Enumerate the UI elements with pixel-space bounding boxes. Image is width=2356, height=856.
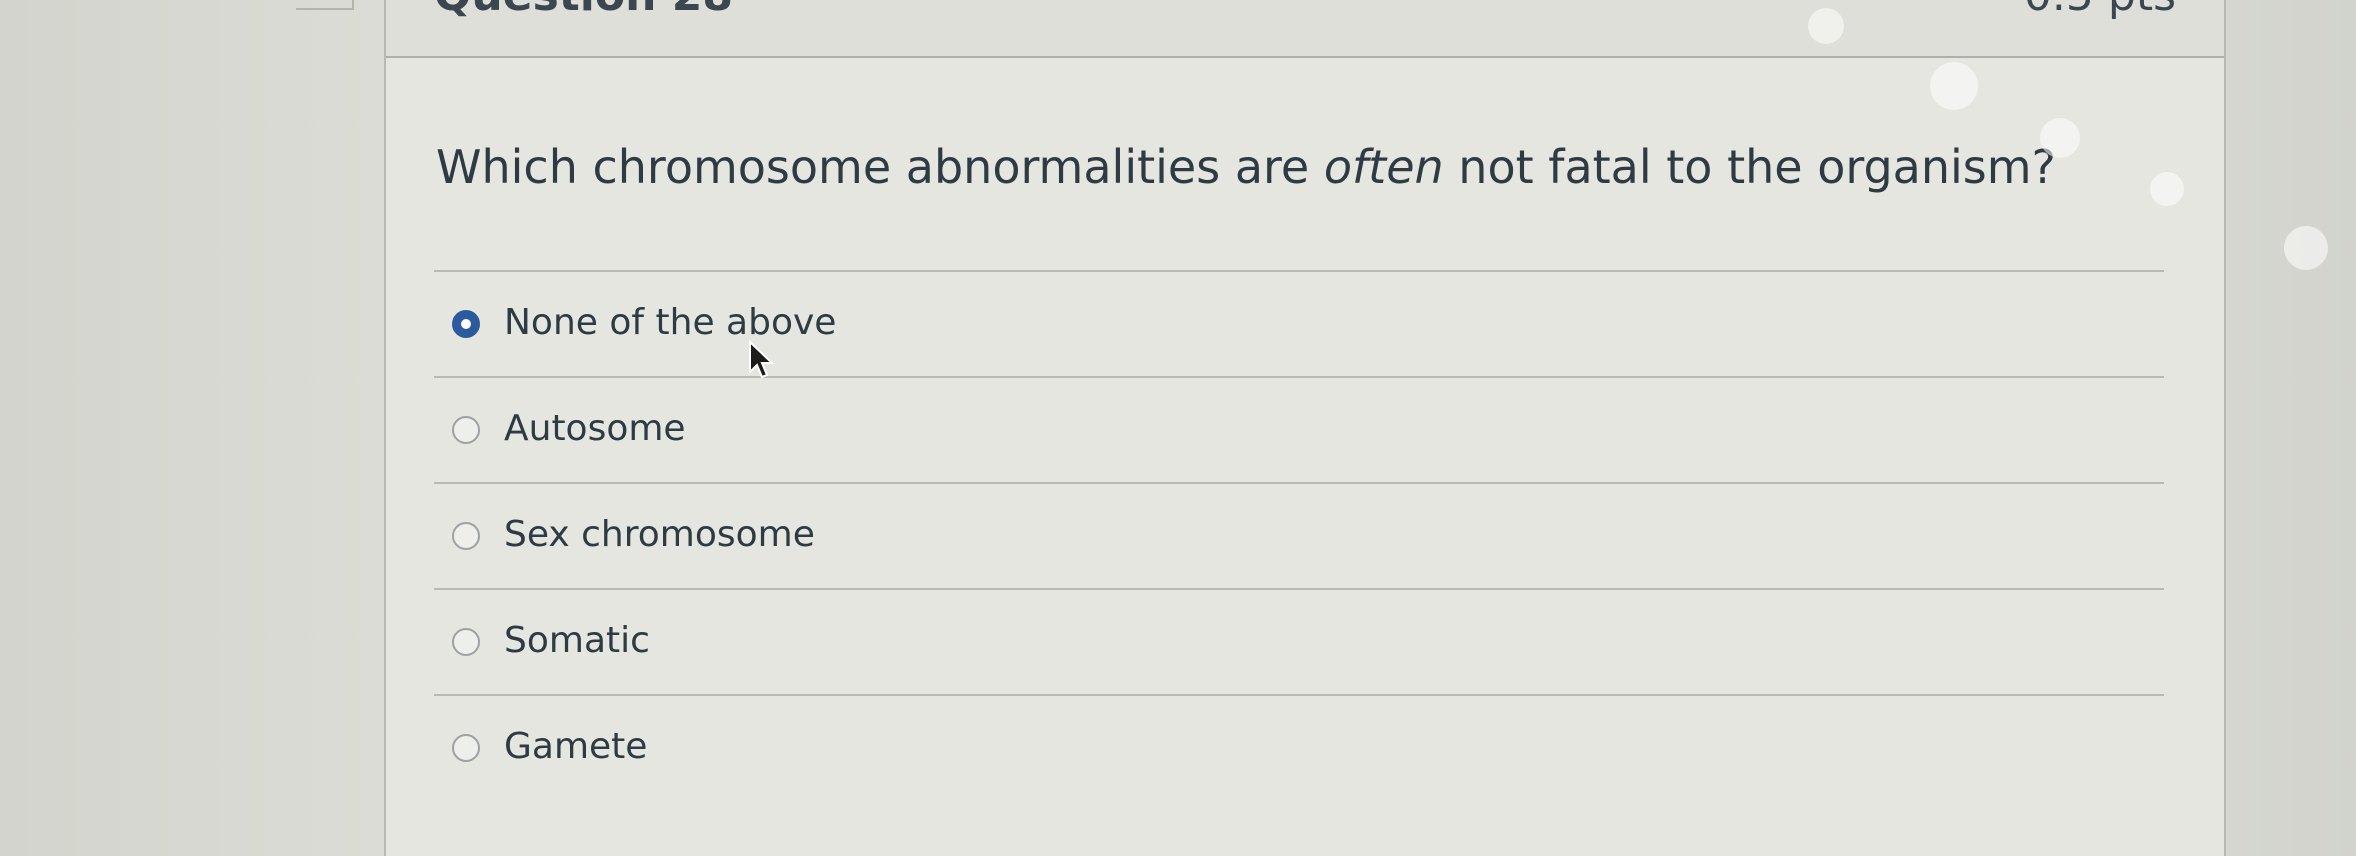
screen-glare [2040, 118, 2080, 158]
screen-glare [1808, 8, 1844, 44]
screen-glare [1930, 62, 1978, 110]
answer-option-gamete[interactable]: Gamete [434, 696, 2164, 800]
screen-glare [2284, 226, 2328, 270]
mouse-pointer-icon [749, 340, 775, 379]
question-text: Which chromosome abnormalities are often… [436, 140, 2056, 194]
answer-option-somatic[interactable]: Somatic [434, 590, 2164, 694]
question-points: 0.5 pts [2024, 0, 2176, 21]
question-title: Question 28 [434, 0, 733, 21]
answer-label[interactable]: Sex chromosome [504, 514, 815, 555]
answer-option-sex-chromosome[interactable]: Sex chromosome [434, 484, 2164, 588]
previous-question-tab-edge [296, 0, 354, 10]
question-text-end: not fatal to the organism? [1443, 140, 2056, 194]
answer-option-none-of-the-above[interactable]: None of the above [434, 272, 2164, 376]
radio-button[interactable] [452, 310, 480, 338]
question-header: Question 28 0.5 pts [386, 0, 2224, 58]
answer-label[interactable]: Gamete [504, 726, 647, 767]
screen: Question 28 0.5 pts Which chromosome abn… [0, 0, 2356, 856]
answer-label[interactable]: Somatic [504, 620, 650, 661]
radio-button[interactable] [452, 734, 480, 762]
question-text-start: Which chromosome abnormalities are [436, 140, 1324, 194]
answer-list: None of the above Autosome Sex chromosom… [434, 270, 2164, 800]
answer-label[interactable]: None of the above [504, 302, 836, 343]
answer-option-autosome[interactable]: Autosome [434, 378, 2164, 482]
answer-label[interactable]: Autosome [504, 408, 686, 449]
question-text-emphasis: often [1323, 140, 1444, 194]
radio-button[interactable] [452, 416, 480, 444]
question-card: Question 28 0.5 pts Which chromosome abn… [384, 0, 2226, 856]
radio-button[interactable] [452, 522, 480, 550]
radio-button[interactable] [452, 628, 480, 656]
screen-glare [2150, 172, 2184, 206]
